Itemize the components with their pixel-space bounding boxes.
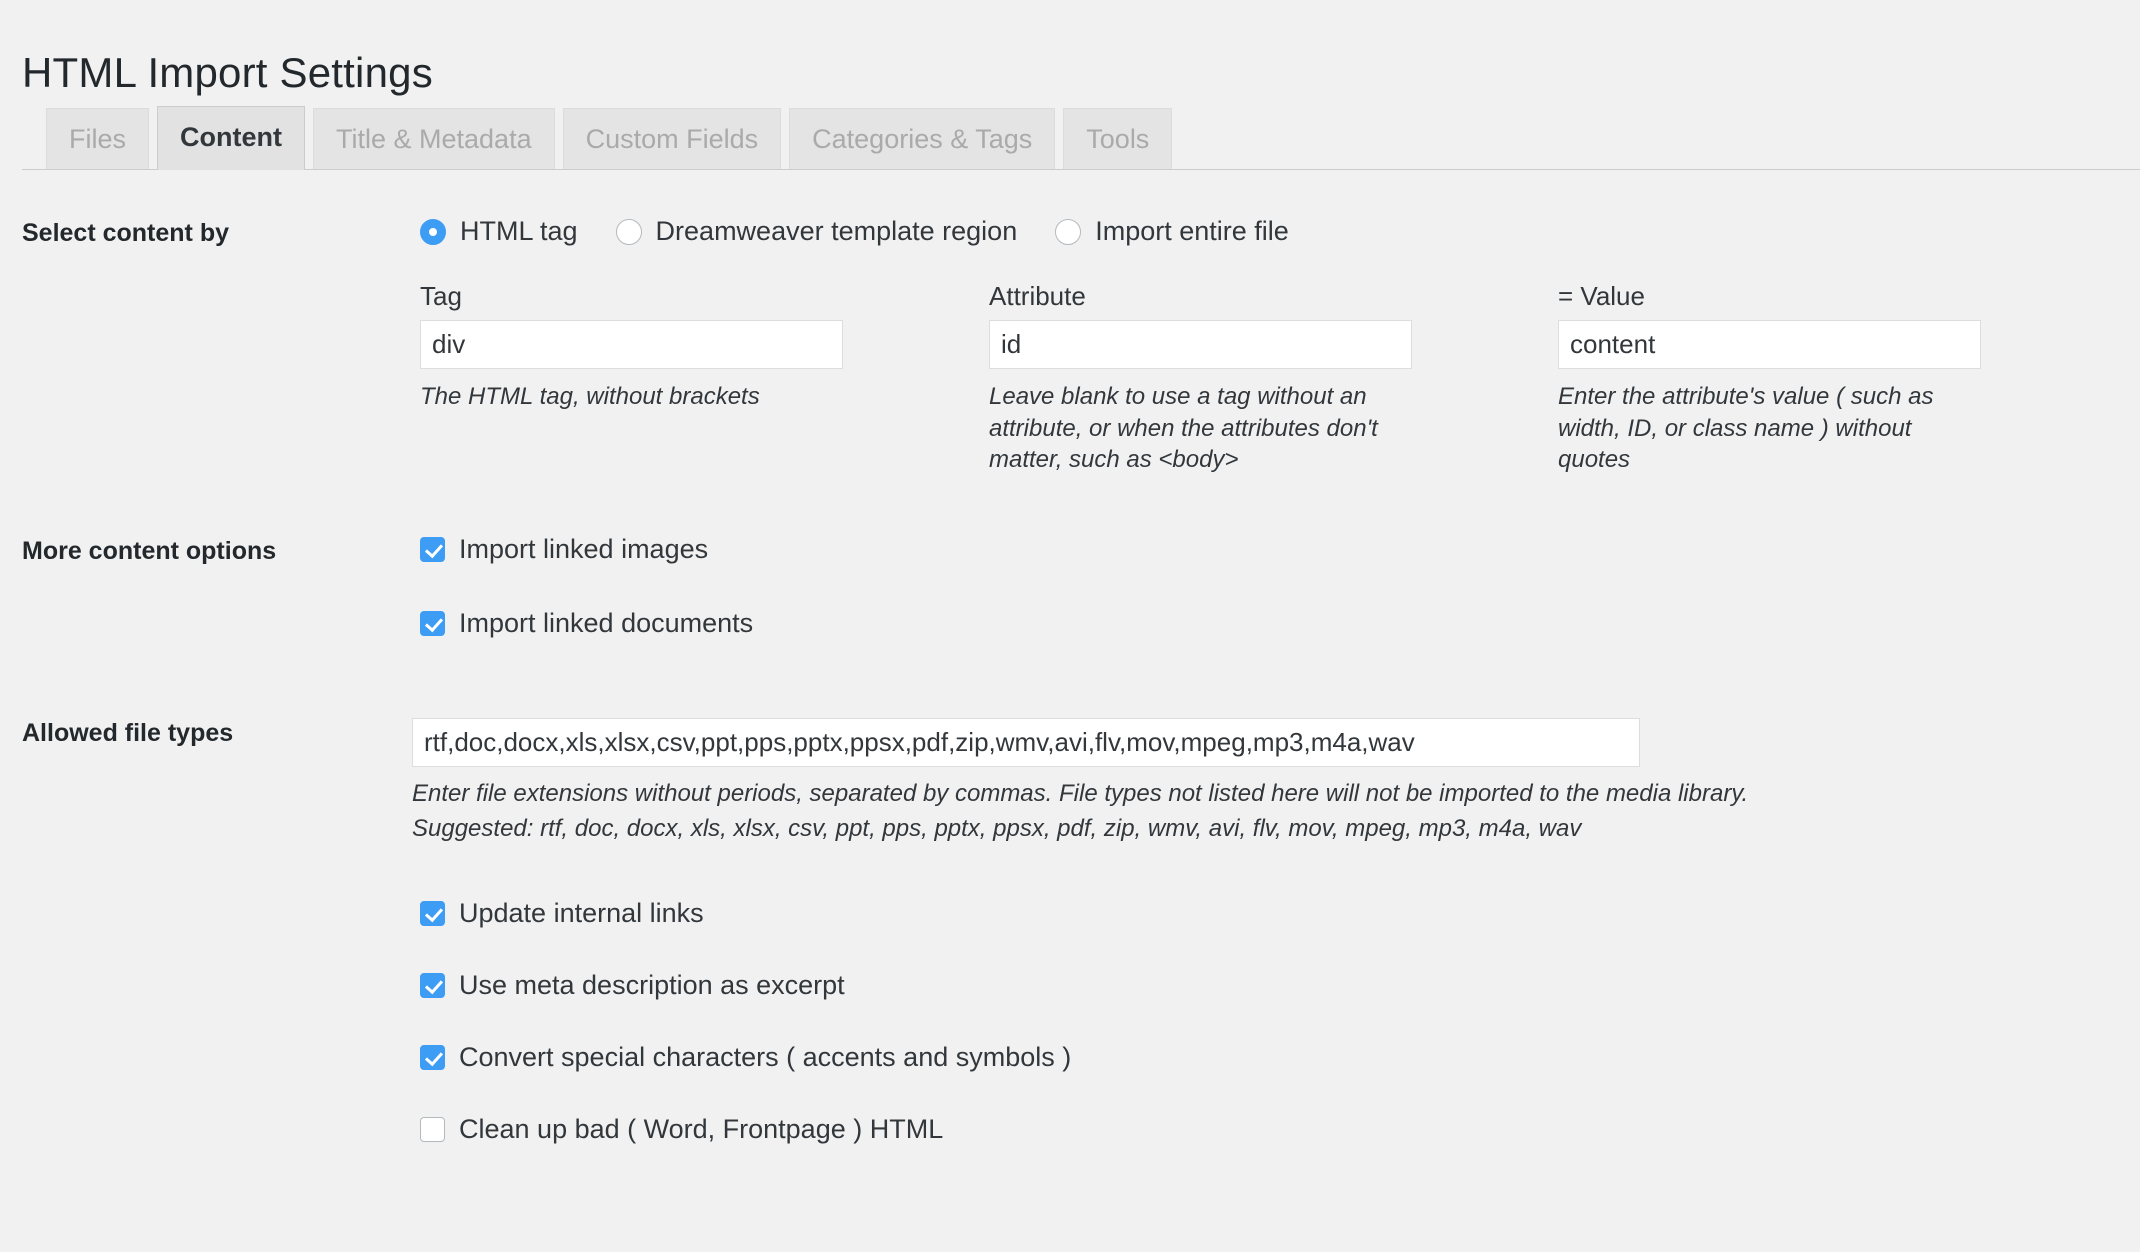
radio-indicator-html-tag[interactable] xyxy=(420,219,446,245)
tab-label: Title & Metadata xyxy=(336,124,532,154)
checkbox-indicator-use-meta-description[interactable] xyxy=(420,973,445,998)
field-group-attribute: Attribute Leave blank to use a tag witho… xyxy=(989,283,1412,476)
field-group-value: = Value Enter the attribute's value ( su… xyxy=(1558,283,1981,476)
allowed-file-types-label: Allowed file types xyxy=(0,718,420,748)
checkbox-use-meta-description-as-excerpt[interactable]: Use meta description as excerpt xyxy=(420,972,2140,999)
select-content-by-row: Select content by HTML tag Dreamweaver t… xyxy=(0,218,2140,476)
checkbox-convert-special-characters[interactable]: Convert special characters ( accents and… xyxy=(420,1044,2140,1071)
radio-indicator-entire-file[interactable] xyxy=(1055,219,1081,245)
allowed-file-types-description-line-2: Suggested: rtf, doc, docx, xls, xlsx, cs… xyxy=(412,812,2140,845)
tab-label: Categories & Tags xyxy=(812,124,1032,154)
attribute-input[interactable] xyxy=(989,320,1412,369)
checkbox-indicator-import-linked-images[interactable] xyxy=(420,537,445,562)
tab-bar: Files Content Title & Metadata Custom Fi… xyxy=(0,99,2140,170)
more-content-options-label: More content options xyxy=(0,536,420,566)
radio-label: HTML tag xyxy=(460,218,578,245)
allowed-file-types-input[interactable] xyxy=(412,718,1640,767)
tab-strip: Files Content Title & Metadata Custom Fi… xyxy=(46,106,1172,169)
radio-option-import-entire-file[interactable]: Import entire file xyxy=(1055,218,1289,245)
checkbox-label: Import linked images xyxy=(459,536,708,563)
tab-label: Custom Fields xyxy=(586,124,759,154)
tab-categories-tags[interactable]: Categories & Tags xyxy=(789,108,1055,169)
radio-label: Import entire file xyxy=(1095,218,1289,245)
value-input[interactable] xyxy=(1558,320,1981,369)
tab-label: Tools xyxy=(1086,124,1149,154)
tab-title-metadata[interactable]: Title & Metadata xyxy=(313,108,555,169)
radio-option-html-tag[interactable]: HTML tag xyxy=(420,218,578,245)
page-title: HTML Import Settings xyxy=(22,50,433,96)
attribute-field-label: Attribute xyxy=(989,283,1412,309)
checkbox-import-linked-documents[interactable]: Import linked documents xyxy=(420,610,2140,637)
radio-label: Dreamweaver template region xyxy=(656,218,1018,245)
allowed-file-types-description-line-1: Enter file extensions without periods, s… xyxy=(412,777,2140,810)
allowed-file-types-row: Allowed file types Enter file extensions… xyxy=(0,718,2140,845)
checkbox-label: Use meta description as excerpt xyxy=(459,972,845,999)
radio-option-dreamweaver-template-region[interactable]: Dreamweaver template region xyxy=(616,218,1018,245)
checkbox-update-internal-links[interactable]: Update internal links xyxy=(420,900,2140,927)
checkbox-label: Convert special characters ( accents and… xyxy=(459,1044,1071,1071)
content-flags-group: Update internal links Use meta descripti… xyxy=(0,900,2140,1143)
checkbox-indicator-convert-special-characters[interactable] xyxy=(420,1045,445,1070)
checkbox-label: Update internal links xyxy=(459,900,704,927)
content-source-radio-group: HTML tag Dreamweaver template region Imp… xyxy=(420,218,2140,245)
tab-content[interactable]: Content xyxy=(157,106,305,170)
tab-label: Files xyxy=(69,124,126,154)
tab-files[interactable]: Files xyxy=(46,108,149,169)
checkbox-label: Import linked documents xyxy=(459,610,753,637)
tab-label: Content xyxy=(180,122,282,152)
more-content-options-row: More content options Import linked image… xyxy=(0,536,2140,637)
value-field-description: Enter the attribute's value ( such as wi… xyxy=(1558,381,1981,476)
checkbox-indicator-import-linked-documents[interactable] xyxy=(420,611,445,636)
tab-bar-divider xyxy=(22,169,2140,170)
checkbox-import-linked-images[interactable]: Import linked images xyxy=(420,536,2140,563)
radio-indicator-dreamweaver[interactable] xyxy=(616,219,642,245)
tag-field-label: Tag xyxy=(420,283,843,309)
select-content-by-label: Select content by xyxy=(0,218,420,248)
checkbox-label: Clean up bad ( Word, Frontpage ) HTML xyxy=(459,1116,943,1143)
tag-attribute-value-fields: Tag The HTML tag, without brackets Attri… xyxy=(420,283,2140,476)
tab-custom-fields[interactable]: Custom Fields xyxy=(563,108,782,169)
tab-tools[interactable]: Tools xyxy=(1063,108,1172,169)
tag-field-description: The HTML tag, without brackets xyxy=(420,381,843,413)
checkbox-indicator-clean-up-bad-html[interactable] xyxy=(420,1117,445,1142)
attribute-field-description: Leave blank to use a tag without an attr… xyxy=(989,381,1412,476)
value-field-label: = Value xyxy=(1558,283,1981,309)
tag-input[interactable] xyxy=(420,320,843,369)
field-group-tag: Tag The HTML tag, without brackets xyxy=(420,283,843,476)
checkbox-indicator-update-internal-links[interactable] xyxy=(420,901,445,926)
checkbox-clean-up-bad-html[interactable]: Clean up bad ( Word, Frontpage ) HTML xyxy=(420,1116,2140,1143)
